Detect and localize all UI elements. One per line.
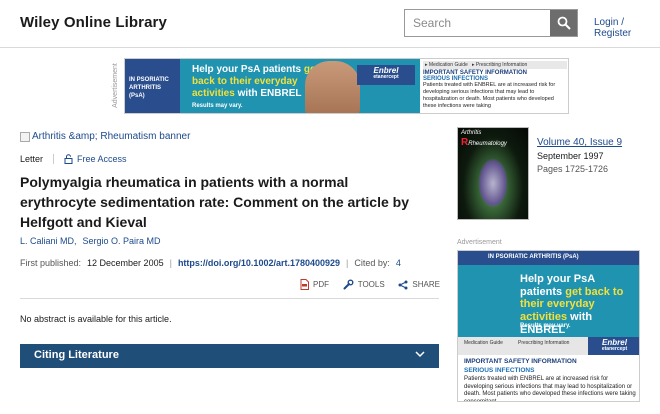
- issue-date: September 1997: [537, 151, 604, 161]
- chevron-down-icon: [415, 351, 425, 358]
- broken-image-icon: [20, 131, 30, 142]
- side-ad-safety-sub: SERIOUS INFECTIONS: [464, 367, 535, 374]
- author-link[interactable]: Sergio O. Paira MD: [83, 236, 161, 246]
- ad-headline: Help your PsA patients get back to their…: [192, 64, 319, 99]
- cover-artwork: [478, 158, 508, 208]
- divider: |: [346, 258, 349, 268]
- article-title: Polymyalgia rheumatica in patients with …: [20, 174, 409, 230]
- search-button[interactable]: [550, 10, 577, 36]
- author-link[interactable]: L. Caliani MD,: [20, 236, 77, 246]
- site-header: Wiley Online Library Login / Register: [0, 0, 660, 48]
- abstract-note: No abstract is available for this articl…: [20, 314, 172, 324]
- citing-literature-label: Citing Literature: [34, 349, 119, 361]
- search-box: [404, 9, 578, 37]
- top-ad-label: Advertisement: [111, 63, 119, 108]
- share-button[interactable]: SHARE: [398, 279, 440, 290]
- ad-indication: IN PSORIATIC ARTHRITIS (PsA): [125, 59, 180, 113]
- ad-model-photo: [305, 61, 360, 113]
- divider: [53, 154, 55, 164]
- ad-tab-prescribing[interactable]: Prescribing Information: [476, 62, 527, 68]
- cover-title: Arthritis RRheumatology: [461, 130, 507, 148]
- search-icon: [557, 16, 571, 30]
- pdf-button[interactable]: PDF: [300, 279, 329, 290]
- side-ad-safety-title: IMPORTANT SAFETY INFORMATION: [464, 358, 577, 365]
- ad-brand-logo: Enbrel etanercept: [357, 65, 415, 85]
- tools-button[interactable]: TOOLS: [343, 279, 385, 290]
- share-icon: [398, 280, 408, 289]
- side-ad-safety-text: Patients treated with ENBREL are at incr…: [464, 376, 636, 402]
- publication-info: First published: 12 December 2005 | http…: [20, 258, 401, 268]
- first-published-date: 12 December 2005: [87, 258, 164, 268]
- ad-tab-guide[interactable]: Medication Guide: [429, 62, 468, 68]
- divider: |: [169, 258, 172, 268]
- search-input[interactable]: [405, 10, 551, 36]
- side-ad-brand-logo: Enbrel etanercept: [588, 337, 639, 355]
- side-ad-results-note: Results may vary.: [520, 323, 571, 329]
- ad-safety-text: Patients treated with ENBREL are at incr…: [423, 82, 556, 109]
- site-logo[interactable]: Wiley Online Library: [20, 14, 167, 31]
- side-ad-indication: IN PSORIATIC ARTHRITIS (PsA): [458, 251, 639, 265]
- journal-banner-image[interactable]: Arthritis &amp; Rheumatism banner: [20, 131, 190, 142]
- cited-by-label: Cited by:: [354, 258, 390, 268]
- side-ad-label: Advertisement: [457, 239, 502, 246]
- section-divider: [20, 298, 439, 299]
- login-register-link[interactable]: Login / Register: [594, 17, 660, 39]
- doi-link[interactable]: https://doi.org/10.1002/art.1780400929: [178, 258, 340, 268]
- top-banner-ad[interactable]: IN PSORIATIC ARTHRITIS (PsA) Help your P…: [124, 58, 569, 114]
- wrench-icon: [343, 279, 354, 290]
- side-ad-tab-guide[interactable]: Medication Guide: [464, 340, 503, 346]
- citing-literature-toggle[interactable]: Citing Literature: [20, 344, 439, 368]
- issue-cover-image[interactable]: Arthritis RRheumatology: [457, 127, 529, 220]
- side-ad-tab-prescribing[interactable]: Prescribing Information: [518, 340, 569, 346]
- author-list: L. Caliani MD, Sergio O. Paira MD: [20, 236, 161, 246]
- first-published-label: First published:: [20, 258, 82, 268]
- free-access-badge: Free Access: [64, 154, 127, 164]
- ad-tabs: ▸ Medication Guide ▸ Prescribing Informa…: [423, 61, 567, 69]
- issue-pages: Pages 1725-1726: [537, 164, 609, 174]
- article-type: Letter: [20, 154, 44, 164]
- article-toolbar: PDF TOOLS SHARE: [300, 279, 440, 290]
- unlock-icon: [64, 154, 73, 164]
- side-banner-ad[interactable]: IN PSORIATIC ARTHRITIS (PsA) Help your P…: [457, 250, 640, 402]
- banner-alt-text: Arthritis &amp; Rheumatism banner: [32, 131, 191, 142]
- pdf-icon: [300, 279, 309, 290]
- ad-results-note: Results may vary.: [192, 103, 243, 109]
- article-meta: Letter Free Access: [20, 154, 127, 164]
- ad-safety-panel: ▸ Medication Guide ▸ Prescribing Informa…: [420, 59, 568, 113]
- issue-volume-link[interactable]: Volume 40, Issue 9: [537, 137, 622, 148]
- cited-by-count[interactable]: 4: [396, 258, 401, 268]
